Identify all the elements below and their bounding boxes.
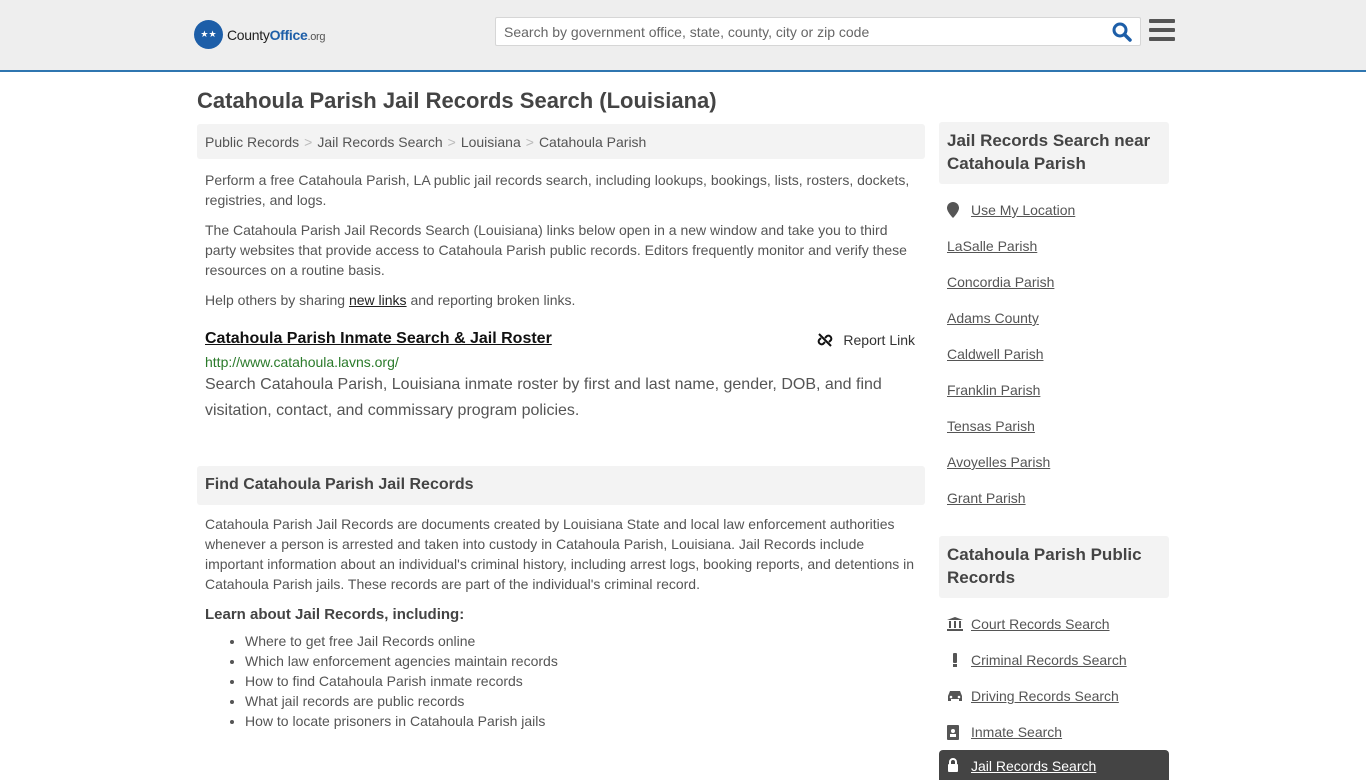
nearby-item-avoyelles[interactable]: Avoyelles Parish — [947, 444, 1161, 480]
nearby-item-franklin[interactable]: Franklin Parish — [947, 372, 1161, 408]
breadcrumb-louisiana[interactable]: Louisiana — [461, 134, 521, 150]
list-item: How to find Catahoula Parish inmate reco… — [245, 671, 925, 691]
report-link-button[interactable]: Report Link — [817, 332, 915, 348]
disclaimer-paragraph: The Catahoula Parish Jail Records Search… — [205, 222, 907, 278]
listing-description: Search Catahoula Parish, Louisiana inmat… — [205, 376, 882, 419]
nearby-heading: Jail Records Search near Catahoula Paris… — [939, 122, 1169, 184]
search-button[interactable] — [1112, 22, 1134, 44]
listing-url: http://www.catahoula.lavns.org/ — [205, 354, 399, 370]
search-bar — [495, 17, 1141, 46]
help-paragraph: Help others by sharing new links and rep… — [205, 292, 576, 308]
breadcrumb-separator: > — [525, 134, 534, 150]
sidebar-item-inmate-search[interactable]: Inmate Search — [947, 714, 1161, 750]
public-records-heading: Catahoula Parish Public Records — [939, 536, 1169, 598]
list-item: What jail records are public records — [245, 691, 925, 711]
learn-heading: Learn about Jail Records, including: — [205, 606, 465, 623]
list-item: Which law enforcement agencies maintain … — [245, 651, 925, 671]
listing-title-link[interactable]: Catahoula Parish Inmate Search & Jail Ro… — [205, 330, 552, 347]
breadcrumb-separator: > — [447, 134, 456, 150]
search-input[interactable] — [496, 18, 1096, 45]
hamburger-menu-button[interactable] — [1149, 19, 1175, 43]
breadcrumb: Public Records > Jail Records Search > Louis… — [197, 124, 925, 159]
breadcrumb-jail-records-search[interactable]: Jail Records Search — [317, 134, 442, 150]
car-icon — [947, 690, 971, 702]
site-logo[interactable]: ★★ CountyOffice.org — [194, 20, 326, 49]
site-header: ★★ CountyOffice.org — [0, 0, 1366, 72]
search-icon — [1112, 22, 1132, 42]
breadcrumb-catahoula-parish[interactable]: Catahoula Parish — [539, 134, 646, 150]
list-item: How to locate prisoners in Catahoula Par… — [245, 711, 925, 731]
logo-text: CountyOffice.org — [227, 26, 326, 43]
exclamation-icon — [947, 652, 971, 668]
nearby-item-caldwell[interactable]: Caldwell Parish — [947, 336, 1161, 372]
nearby-item-adams[interactable]: Adams County — [947, 300, 1161, 336]
eagle-logo-icon: ★★ — [194, 20, 223, 49]
page-title: Catahoula Parish Jail Records Search (Lo… — [197, 88, 717, 113]
resource-listing: Catahoula Parish Inmate Search & Jail Ro… — [197, 330, 925, 424]
sidebar-item-driving-records[interactable]: Driving Records Search — [947, 678, 1161, 714]
learn-list: Where to get free Jail Records online Wh… — [197, 631, 925, 731]
public-records-box: Catahoula Parish Public Records Court Re… — [939, 536, 1169, 780]
find-section-heading: Find Catahoula Parish Jail Records — [197, 466, 925, 505]
nearby-item-grant[interactable]: Grant Parish — [947, 480, 1161, 516]
nearby-list: Use My Location LaSalle Parish Concordia… — [939, 184, 1169, 516]
intro-paragraph: Perform a free Catahoula Parish, LA publ… — [205, 172, 910, 208]
list-item: Where to get free Jail Records online — [245, 631, 925, 651]
nearby-item-concordia[interactable]: Concordia Parish — [947, 264, 1161, 300]
sidebar-item-jail-records[interactable]: Jail Records Search — [939, 750, 1169, 780]
main-content: Public Records > Jail Records Search > Louis… — [197, 124, 925, 731]
nearby-item-lasalle[interactable]: LaSalle Parish — [947, 228, 1161, 264]
broken-link-icon — [818, 333, 833, 347]
breadcrumb-separator: > — [304, 134, 313, 150]
nearby-item-tensas[interactable]: Tensas Parish — [947, 408, 1161, 444]
new-links-link[interactable]: new links — [349, 292, 407, 308]
breadcrumb-public-records[interactable]: Public Records — [205, 134, 299, 150]
sidebar-item-court-records[interactable]: Court Records Search — [947, 606, 1161, 642]
sidebar: Jail Records Search near Catahoula Paris… — [939, 122, 1169, 780]
id-badge-icon — [947, 724, 971, 740]
map-marker-icon — [947, 202, 971, 218]
courthouse-icon — [947, 617, 971, 631]
find-section-body: Catahoula Parish Jail Records are docume… — [205, 516, 915, 592]
lock-icon — [947, 758, 971, 772]
sidebar-item-criminal-records[interactable]: Criminal Records Search — [947, 642, 1161, 678]
use-my-location[interactable]: Use My Location — [947, 192, 1161, 228]
public-records-list: Court Records Search Criminal Records Se… — [939, 598, 1169, 780]
